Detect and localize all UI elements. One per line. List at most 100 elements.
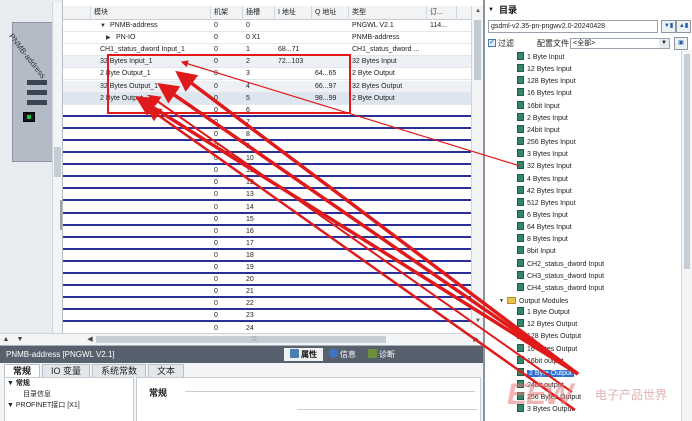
nav-item-profinet-interface[interactable]: ▼ PROFINET接口 [X1] bbox=[5, 400, 133, 411]
table-row[interactable]: 0 13 bbox=[63, 189, 483, 202]
cell-i-addr bbox=[275, 20, 312, 31]
table-row[interactable]: 08 bbox=[63, 129, 483, 141]
header-rack[interactable]: 机架 bbox=[211, 6, 243, 20]
header-i-address[interactable]: I 地址 bbox=[275, 6, 312, 20]
table-vertical-scrollbar[interactable]: ▲ ▼ bbox=[471, 6, 483, 326]
cell-type bbox=[349, 238, 427, 249]
catalog-item-label: 2 Byte Output bbox=[527, 369, 574, 377]
table-row[interactable]: 07 bbox=[63, 117, 483, 129]
chevron-right-icon[interactable]: ▶ bbox=[106, 33, 116, 43]
catalog-module[interactable]: 16bit Input bbox=[517, 100, 560, 113]
scroll-thumb[interactable] bbox=[474, 20, 481, 80]
scroll-right-icon[interactable]: ▶ bbox=[470, 334, 482, 345]
chevron-down-icon[interactable]: ▼ bbox=[100, 21, 110, 31]
catalog-module[interactable]: 4 Bytes Input bbox=[517, 173, 568, 186]
collapse-icon[interactable]: ▲ bbox=[0, 334, 12, 345]
cell-i-addr bbox=[275, 165, 312, 176]
catalog-module[interactable]: 12 Bytes Input bbox=[517, 64, 572, 76]
catalog-module[interactable]: CH3_status_dword Input bbox=[517, 270, 604, 283]
catalog-module[interactable]: 16 Bytes Input bbox=[517, 88, 572, 100]
table-row[interactable]: 0 12 bbox=[63, 177, 483, 190]
table-row[interactable]: ▶ PN-IO 0 0 X1 PNMB-address bbox=[63, 32, 483, 45]
profile-select[interactable]: <全部> ▼ bbox=[570, 38, 670, 49]
catalog-module[interactable]: 16 Bytes Output bbox=[517, 343, 577, 356]
nav-item-general[interactable]: ▼ 常规 bbox=[5, 378, 133, 389]
search-down-icon[interactable]: ▼▮ bbox=[661, 20, 676, 33]
scroll-down-icon[interactable]: ▼ bbox=[473, 316, 483, 326]
header-slot[interactable]: 插槽 bbox=[243, 6, 275, 20]
table-row[interactable]: ▼ PNMB-address 0 0 PNGWL V2.1 114... bbox=[63, 20, 483, 32]
profile-settings-icon[interactable]: ▣ bbox=[674, 37, 688, 50]
table-row[interactable]: 0 23 bbox=[63, 310, 483, 323]
catalog-module[interactable]: 8bit Input bbox=[517, 246, 556, 258]
scroll-thumb[interactable] bbox=[54, 147, 61, 177]
table-row[interactable]: 0 15 bbox=[63, 214, 483, 226]
table-horizontal-scrollbar[interactable]: ▲ ▼ ◀ ⦙⦙⦙ ▶ bbox=[0, 333, 483, 345]
chevron-down-icon[interactable]: ▼ bbox=[499, 295, 507, 307]
tab-system-constants[interactable]: 系统常数 bbox=[92, 364, 147, 377]
catalog-module[interactable]: 256 Bytes Input bbox=[517, 137, 576, 149]
catalog-module[interactable]: CH4_status_dword Input bbox=[517, 282, 604, 295]
table-row[interactable]: 0 14 bbox=[63, 202, 483, 214]
scroll-thumb[interactable] bbox=[96, 336, 386, 343]
header-module[interactable]: 模块 bbox=[91, 6, 211, 20]
cell-order bbox=[427, 32, 457, 43]
tab-info[interactable]: 信息 bbox=[323, 348, 362, 361]
header-q-address[interactable]: Q 地址 bbox=[312, 6, 349, 20]
header-type[interactable]: 类型 bbox=[349, 6, 427, 20]
catalog-folder[interactable]: ▼ Output Modules bbox=[499, 295, 568, 307]
table-row[interactable]: 0 11 bbox=[63, 165, 483, 178]
catalog-module[interactable]: 24bit Input bbox=[517, 124, 560, 137]
table-row[interactable]: 0 20 bbox=[63, 274, 483, 287]
cell-slot: 18 bbox=[246, 251, 254, 259]
tab-texts[interactable]: 文本 bbox=[148, 364, 185, 377]
catalog-module[interactable]: 16bit output bbox=[517, 355, 564, 368]
catalog-title[interactable]: 目录 bbox=[485, 4, 692, 16]
scroll-left-icon[interactable]: ◀ bbox=[84, 334, 96, 345]
cell-slot: 17 bbox=[246, 239, 254, 247]
catalog-module[interactable]: 12 Bytes Output bbox=[517, 319, 577, 331]
nav-item-catalog-info[interactable]: 目录信息 bbox=[5, 389, 133, 400]
tab-properties[interactable]: 属性 bbox=[284, 348, 323, 361]
catalog-search-input[interactable]: gsdml-v2.35-pn-pngwv2.0-20240428 bbox=[488, 20, 658, 33]
search-up-icon[interactable]: ▲▮ bbox=[676, 20, 691, 33]
catalog-module[interactable]: 512 Bytes Input bbox=[517, 197, 576, 210]
catalog-module[interactable]: 128 Bytes Output bbox=[517, 331, 581, 343]
table-row[interactable]: 0 19 bbox=[63, 262, 483, 274]
header-order-number[interactable]: 订... bbox=[427, 6, 457, 20]
catalog-module[interactable]: 64 Bytes Input bbox=[517, 222, 572, 234]
catalog-module[interactable]: CH2_status_dword Input bbox=[517, 258, 604, 271]
table-row[interactable]: 0 24 bbox=[63, 323, 483, 333]
catalog-module[interactable]: 42 Bytes Input bbox=[517, 185, 572, 198]
table-row[interactable]: 0 17 bbox=[63, 238, 483, 250]
cell-i-addr bbox=[275, 153, 312, 164]
tab-general[interactable]: 常规 bbox=[4, 364, 41, 377]
catalog-module[interactable]: 1 Byte Input bbox=[517, 52, 564, 64]
catalog-scrollbar[interactable] bbox=[681, 50, 692, 421]
cell-rack: 0 bbox=[214, 239, 218, 247]
cell-q-addr bbox=[312, 286, 349, 297]
expand-icon[interactable]: ▼ bbox=[14, 334, 26, 345]
tab-io-tags[interactable]: IO 变量 bbox=[42, 364, 91, 377]
table-row[interactable]: 0 21 bbox=[63, 286, 483, 299]
filter-checkbox[interactable]: ✓ bbox=[488, 39, 496, 47]
catalog-module[interactable]: 6 Bytes Input bbox=[517, 209, 568, 222]
device-view-scrollbar[interactable] bbox=[52, 2, 62, 342]
catalog-module[interactable]: 32 Bytes Input bbox=[517, 161, 572, 173]
cell-slot: 8 bbox=[246, 130, 250, 138]
catalog-module[interactable]: 2 Bytes Input bbox=[517, 112, 568, 125]
table-row[interactable]: 0 18 bbox=[63, 250, 483, 262]
table-row[interactable]: 0 16 bbox=[63, 226, 483, 238]
table-row[interactable]: 0 10 bbox=[63, 153, 483, 166]
scroll-thumb[interactable] bbox=[684, 54, 690, 269]
tab-diagnostics[interactable]: 诊断 bbox=[362, 348, 401, 361]
table-row[interactable]: 09 bbox=[63, 141, 483, 153]
catalog-module[interactable]: 3 Bytes Input bbox=[517, 149, 568, 161]
table-row[interactable]: 0 22 bbox=[63, 298, 483, 311]
module-icon bbox=[517, 270, 524, 279]
catalog-module[interactable]: 1 Byte Output bbox=[517, 307, 570, 319]
catalog-module[interactable]: 128 Bytes Input bbox=[517, 76, 576, 88]
catalog-module[interactable]: 8 Bytes Input bbox=[517, 234, 568, 246]
header-tools-icon[interactable] bbox=[63, 6, 91, 20]
scroll-up-icon[interactable]: ▲ bbox=[473, 6, 483, 16]
